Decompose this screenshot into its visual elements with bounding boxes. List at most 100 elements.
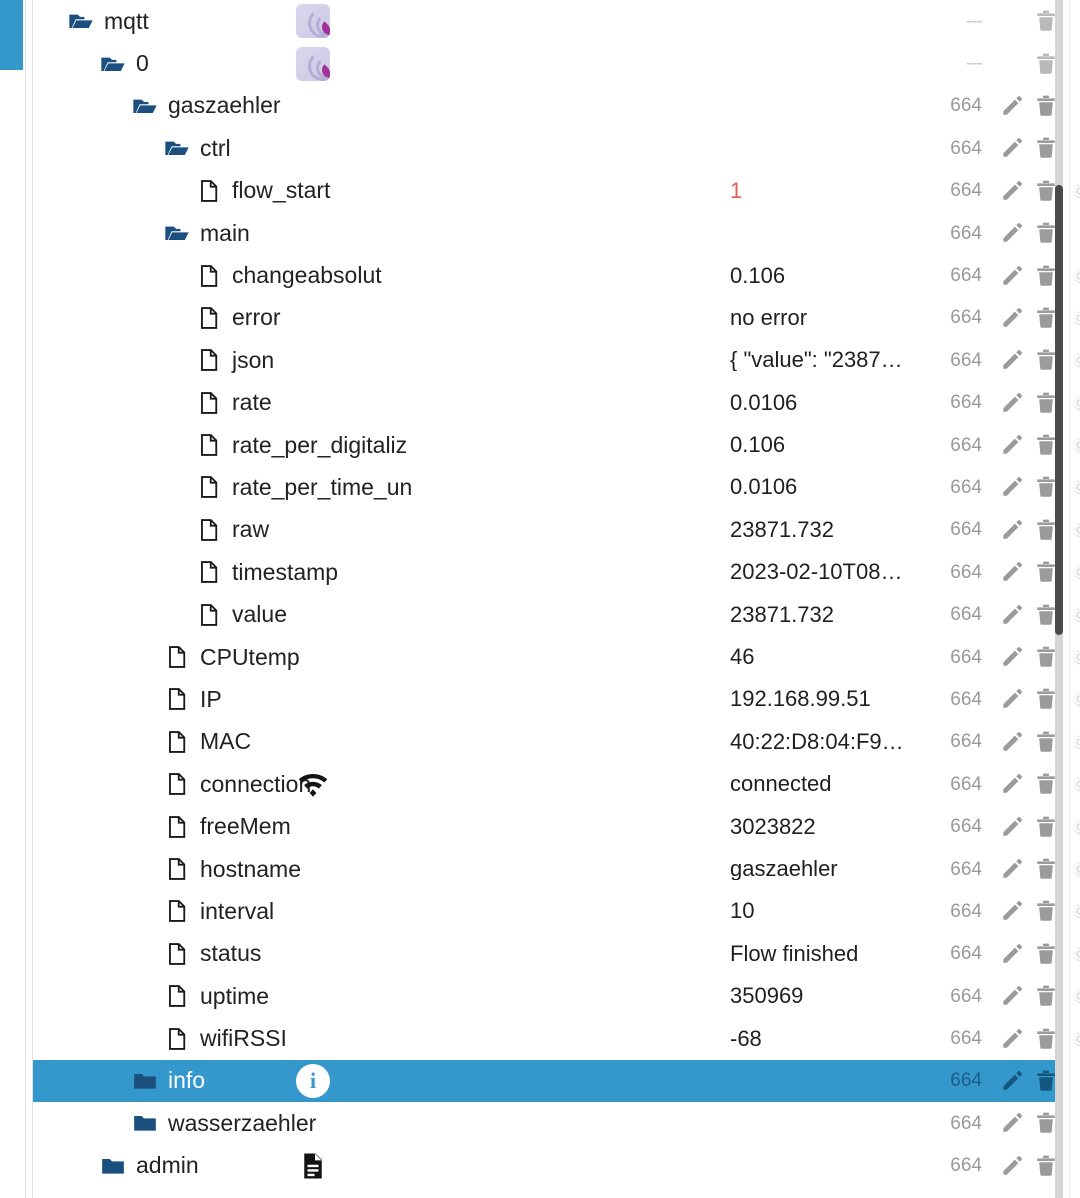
edit-icon[interactable] — [1000, 815, 1024, 839]
tree-row-name-cell[interactable] — [33, 1187, 730, 1198]
edit-icon[interactable] — [1000, 433, 1024, 457]
tree-row[interactable]: admin 664 — [33, 1145, 1062, 1187]
object-tree[interactable]: mqtt --- 0 --- gaszaehler 664 ctrl 664 flow_star… — [33, 0, 1080, 1198]
tree-row-name-cell[interactable]: IP — [33, 678, 730, 720]
tree-row-name-cell[interactable]: rate_per_digitaliz — [33, 424, 730, 466]
file-icon[interactable] — [194, 600, 224, 630]
tree-row[interactable]: error no error 664 — [33, 297, 1080, 339]
tree-row[interactable]: changeabsolut 0.106 664 — [33, 254, 1080, 296]
edit-icon[interactable] — [1000, 348, 1024, 372]
script-file-icon[interactable] — [295, 1148, 331, 1184]
file-icon[interactable] — [162, 812, 192, 842]
file-icon[interactable] — [194, 430, 224, 460]
edit-icon[interactable] — [1000, 475, 1024, 499]
tree-row[interactable]: wasserzaehler 664 — [33, 1102, 1062, 1144]
edit-icon[interactable] — [1000, 264, 1024, 288]
tree-row[interactable]: rate 0.0106 664 — [33, 382, 1080, 424]
tree-row-name-cell[interactable]: main — [33, 212, 730, 254]
tree-row-name-cell[interactable]: raw — [33, 509, 730, 551]
tree-row[interactable]: 0 --- — [33, 42, 1062, 84]
wifi-icon[interactable] — [295, 766, 331, 802]
folder-closed-icon[interactable] — [130, 1108, 160, 1138]
tree-row-name-cell[interactable]: 0 — [33, 42, 730, 84]
file-icon[interactable] — [194, 176, 224, 206]
tree-row-name-cell[interactable]: hostname — [33, 848, 730, 890]
edit-icon[interactable] — [1000, 518, 1024, 542]
edit-icon[interactable] — [1000, 221, 1024, 245]
tree-row-name-cell[interactable]: info i — [33, 1060, 730, 1102]
edit-icon[interactable] — [1000, 730, 1024, 754]
vertical-scrollbar-thumb[interactable] — [1055, 185, 1063, 635]
tree-row-name-cell[interactable]: ctrl — [33, 127, 730, 169]
edit-icon[interactable] — [1000, 1069, 1024, 1093]
tree-row[interactable]: timestamp 2023-02-10T08… 664 — [33, 551, 1080, 593]
tree-row-name-cell[interactable]: CPUtemp — [33, 636, 730, 678]
mqtt-logo-icon[interactable] — [295, 3, 331, 39]
tree-row[interactable]: connection connected 664 — [33, 763, 1080, 805]
tree-row[interactable]: uptime 350969 664 — [33, 975, 1080, 1017]
folder-open-icon[interactable] — [162, 218, 192, 248]
tree-row[interactable]: value 23871.732 664 — [33, 593, 1080, 635]
tree-row-name-cell[interactable]: timestamp — [33, 551, 730, 593]
tree-row-name-cell[interactable]: gaszaehler — [33, 85, 730, 127]
edit-icon[interactable] — [1000, 1027, 1024, 1051]
tree-row[interactable]: main 664 — [33, 212, 1062, 254]
folder-open-icon[interactable] — [130, 91, 160, 121]
tree-row-name-cell[interactable]: changeabsolut — [33, 254, 730, 296]
tree-row-name-cell[interactable]: wasserzaehler — [33, 1102, 730, 1144]
tree-row[interactable]: interval 10 664 — [33, 890, 1080, 932]
tree-row-name-cell[interactable]: MAC — [33, 721, 730, 763]
tree-row[interactable]: rate_per_digitaliz 0.106 664 — [33, 424, 1080, 466]
info-circle-icon[interactable]: i — [295, 1063, 331, 1099]
tree-row[interactable]: freeMem 3023822 664 — [33, 805, 1080, 847]
file-icon[interactable] — [162, 1024, 192, 1054]
folder-closed-icon[interactable] — [66, 1193, 96, 1198]
tree-row[interactable]: IP 192.168.99.51 664 — [33, 678, 1080, 720]
tree-row[interactable]: status Flow finished 664 — [33, 933, 1080, 975]
tree-row[interactable]: ctrl 664 — [33, 127, 1062, 169]
tree-row[interactable]: MAC 40:22:D8:04:F9… 664 — [33, 721, 1080, 763]
file-icon[interactable] — [162, 939, 192, 969]
tree-row[interactable]: rate_per_time_un 0.0106 664 — [33, 466, 1080, 508]
folder-open-icon[interactable] — [98, 49, 128, 79]
file-icon[interactable] — [194, 345, 224, 375]
edit-icon[interactable] — [1000, 984, 1024, 1008]
tree-row[interactable]: raw 23871.732 664 — [33, 509, 1080, 551]
edit-icon[interactable] — [1000, 603, 1024, 627]
tree-row-name-cell[interactable]: freeMem — [33, 805, 730, 847]
edit-icon[interactable] — [1000, 306, 1024, 330]
file-icon[interactable] — [162, 727, 192, 757]
folder-open-icon[interactable] — [162, 133, 192, 163]
file-icon[interactable] — [194, 261, 224, 291]
tree-row-name-cell[interactable]: value — [33, 593, 730, 635]
file-icon[interactable] — [194, 472, 224, 502]
tree-row-name-cell[interactable]: uptime — [33, 975, 730, 1017]
folder-open-icon[interactable] — [66, 6, 96, 36]
tree-row-name-cell[interactable]: rate — [33, 382, 730, 424]
edit-icon[interactable] — [1000, 942, 1024, 966]
file-icon[interactable] — [194, 303, 224, 333]
file-icon[interactable] — [162, 684, 192, 714]
file-icon[interactable] — [194, 388, 224, 418]
edit-icon[interactable] — [1000, 645, 1024, 669]
edit-icon[interactable] — [1000, 687, 1024, 711]
edit-icon[interactable] — [1000, 772, 1024, 796]
file-icon[interactable] — [162, 769, 192, 799]
tree-row-name-cell[interactable]: status — [33, 933, 730, 975]
folder-closed-icon[interactable] — [130, 1066, 160, 1096]
edit-icon[interactable] — [1000, 136, 1024, 160]
edit-icon[interactable] — [1000, 1111, 1024, 1135]
tree-row-name-cell[interactable]: mqtt — [33, 0, 730, 42]
edit-icon[interactable] — [1000, 899, 1024, 923]
file-icon[interactable] — [162, 642, 192, 672]
tree-row[interactable]: wifiRSSI -68 664 — [33, 1017, 1080, 1059]
folder-closed-icon[interactable] — [98, 1151, 128, 1181]
edit-icon[interactable] — [1000, 857, 1024, 881]
tree-row[interactable]: flow_start 1 664 — [33, 170, 1080, 212]
edit-icon[interactable] — [1000, 391, 1024, 415]
tree-row-name-cell[interactable]: admin — [33, 1145, 730, 1187]
edit-icon[interactable] — [1000, 1154, 1024, 1178]
tree-row[interactable]: gaszaehler 664 — [33, 85, 1062, 127]
link-icon[interactable] — [295, 1190, 331, 1198]
tree-row-name-cell[interactable]: flow_start — [33, 170, 730, 212]
